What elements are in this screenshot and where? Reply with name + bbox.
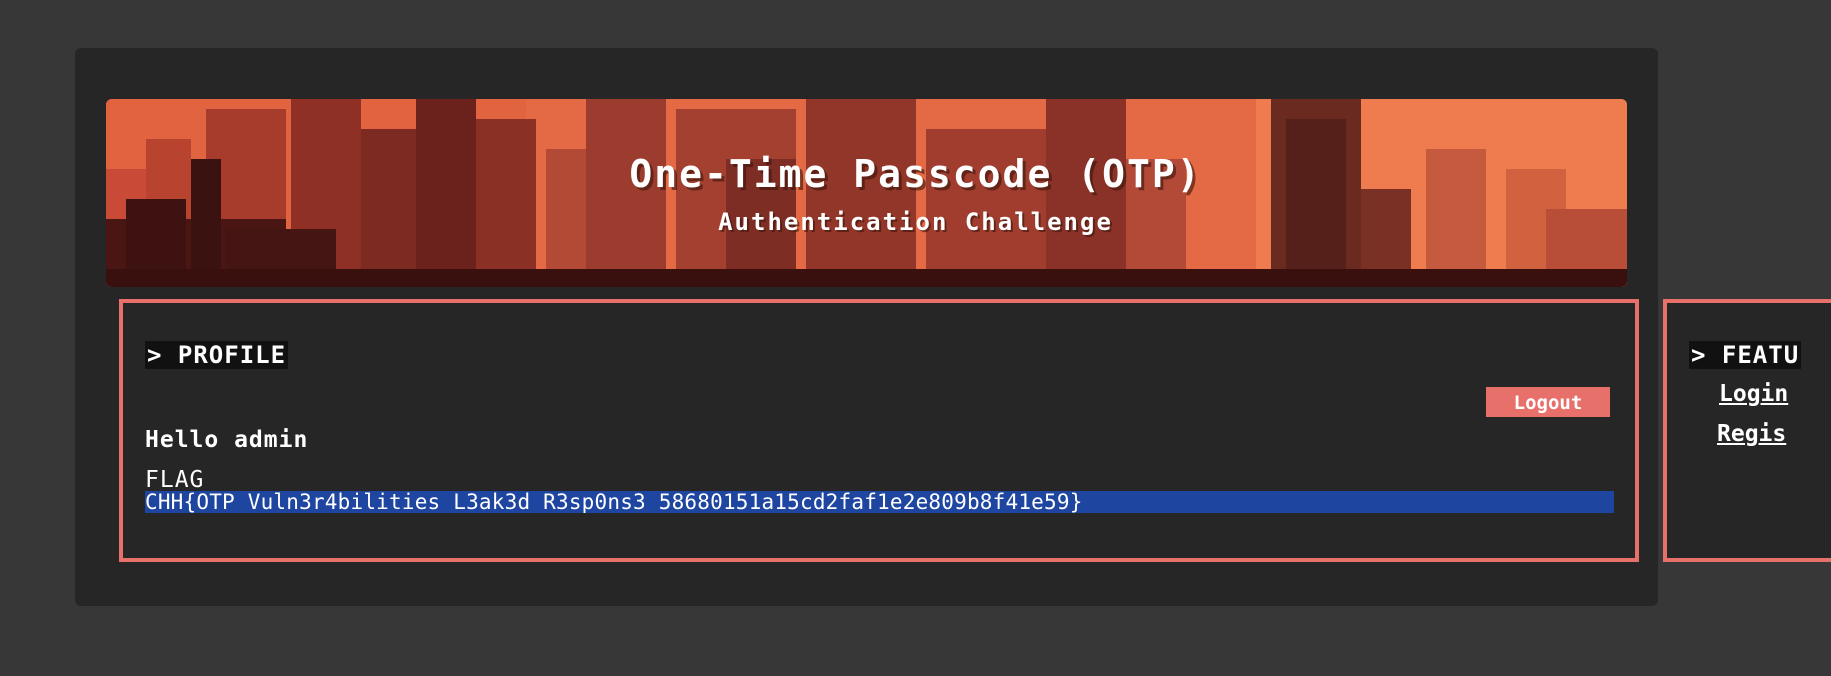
login-link[interactable]: Login [1719, 381, 1788, 407]
greeting-text: Hello admin [145, 427, 309, 453]
banner-title: One-Time Passcode (OTP) [629, 152, 1202, 196]
profile-panel: > PROFILE Logout Hello admin FLAG CHH{OT… [119, 299, 1639, 562]
flag-label: FLAG [145, 467, 205, 493]
features-heading: > FEATU [1689, 341, 1802, 369]
features-panel: > FEATU Login Regis [1663, 299, 1831, 562]
register-link[interactable]: Regis [1717, 421, 1786, 447]
banner-subtitle: Authentication Challenge [718, 208, 1113, 236]
profile-heading: > PROFILE [145, 341, 289, 369]
flag-value: CHH{OTP_Vuln3r4bilities_L3ak3d_R3sp0ns3_… [145, 491, 1614, 513]
logout-button[interactable]: Logout [1486, 387, 1610, 417]
